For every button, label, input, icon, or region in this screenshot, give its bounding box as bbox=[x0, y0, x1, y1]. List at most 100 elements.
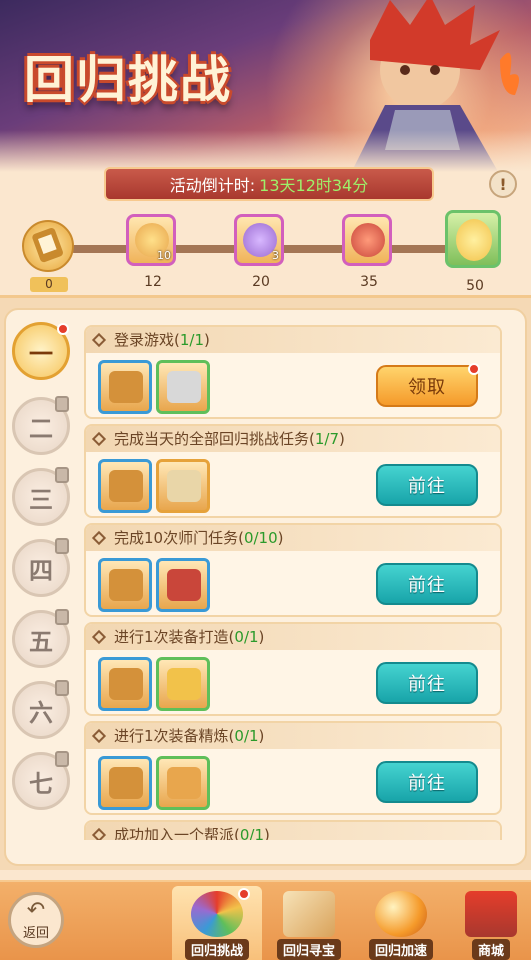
treasure-bag-icon bbox=[167, 767, 201, 799]
reward-item[interactable] bbox=[156, 360, 210, 414]
milestone-reward-12[interactable]: 10 bbox=[126, 214, 176, 266]
diamond-icon bbox=[91, 530, 107, 546]
task-card: 进行1次装备打造(0/1) 前往 bbox=[84, 622, 502, 716]
reward-item[interactable] bbox=[156, 459, 210, 513]
diamond-icon bbox=[91, 629, 107, 645]
red-bag-icon bbox=[351, 223, 385, 257]
task-title: 进行1次装备精炼( bbox=[114, 727, 235, 745]
task-header: 成功加入一个帮派(0/1) bbox=[86, 822, 500, 840]
notification-dot bbox=[57, 323, 69, 335]
task-header: 进行1次装备打造(0/1) bbox=[86, 624, 500, 650]
task-header: 完成10次师门任务(0/10) bbox=[86, 525, 500, 551]
task-card: 完成10次师门任务(0/10) 前往 bbox=[84, 523, 502, 617]
tab-day-1[interactable]: 一 bbox=[12, 322, 70, 380]
tab-day-6[interactable]: 六 bbox=[12, 680, 70, 739]
task-progress: 1/7 bbox=[314, 430, 339, 448]
token-icon bbox=[109, 371, 143, 403]
tab-day-7[interactable]: 七 bbox=[12, 751, 70, 810]
tab-label: 一 bbox=[29, 339, 53, 368]
task-title: 进行1次装备打造( bbox=[114, 628, 235, 646]
button-label: 前往 bbox=[408, 476, 446, 497]
task-list[interactable]: 登录游戏(1/1) 领取 完成当天的全部回归挑战任务(1/7) 前往 完成10次… bbox=[84, 325, 502, 840]
go-button[interactable]: 前往 bbox=[376, 563, 478, 605]
reward-item[interactable] bbox=[98, 756, 152, 810]
task-header: 完成当天的全部回归挑战任务(1/7) bbox=[86, 426, 500, 452]
reward-item[interactable] bbox=[98, 459, 152, 513]
claim-button[interactable]: 领取 bbox=[376, 363, 480, 407]
milestone-value: 50 bbox=[466, 278, 484, 294]
task-paren: ) bbox=[277, 529, 284, 547]
nav-item-return-treasure[interactable]: 回归寻宝 bbox=[264, 886, 354, 960]
tab-label: 七 bbox=[29, 769, 53, 798]
task-progress: 0/1 bbox=[234, 628, 259, 646]
back-button[interactable]: ↶ 返回 bbox=[8, 892, 64, 948]
reward-item[interactable] bbox=[98, 360, 152, 414]
countdown-label: 活动倒计时: bbox=[169, 176, 256, 195]
milestone-reward-35[interactable] bbox=[342, 214, 392, 266]
nav-item-return-boost[interactable]: 回归加速 bbox=[356, 886, 446, 960]
task-header: 登录游戏(1/1) bbox=[86, 327, 500, 353]
diamond-icon bbox=[91, 431, 107, 447]
task-paren: ) bbox=[258, 727, 265, 745]
token-icon bbox=[109, 668, 143, 700]
scroll-map-icon bbox=[283, 891, 335, 937]
go-button[interactable]: 前往 bbox=[376, 464, 478, 506]
reward-item[interactable] bbox=[156, 558, 210, 612]
button-label: 前往 bbox=[408, 773, 446, 794]
lock-icon bbox=[55, 396, 69, 412]
button-label: 领取 bbox=[408, 377, 446, 398]
go-button[interactable]: 前往 bbox=[376, 761, 478, 803]
help-icon[interactable]: ! bbox=[489, 170, 517, 198]
task-card: 成功加入一个帮派(0/1) bbox=[84, 820, 502, 840]
task-progress: 0/1 bbox=[239, 826, 264, 840]
task-progress: 0/1 bbox=[234, 727, 259, 745]
reward-item[interactable] bbox=[98, 657, 152, 711]
lock-icon bbox=[55, 751, 69, 767]
reward-item[interactable] bbox=[98, 558, 152, 612]
task-title: 登录游戏( bbox=[114, 331, 180, 349]
scroll-map-icon bbox=[167, 470, 201, 502]
hero-banner: 回归挑战 bbox=[0, 0, 531, 175]
tab-label: 六 bbox=[29, 698, 53, 727]
diamond-icon bbox=[91, 332, 107, 348]
tab-day-2[interactable]: 二 bbox=[12, 396, 70, 455]
task-progress: 1/1 bbox=[179, 331, 204, 349]
nav-label: 回归寻宝 bbox=[276, 939, 341, 960]
reward-item[interactable] bbox=[156, 756, 210, 810]
nav-item-return-challenge[interactable]: 回归挑战 bbox=[172, 886, 262, 960]
milestone-reward-20[interactable]: 3 bbox=[234, 214, 284, 266]
go-button[interactable]: 前往 bbox=[376, 662, 478, 704]
milestone-reward-50[interactable] bbox=[445, 210, 501, 268]
task-title: 完成当天的全部回归挑战任务( bbox=[114, 430, 315, 448]
diamond-icon bbox=[91, 728, 107, 744]
tab-day-5[interactable]: 五 bbox=[12, 609, 70, 668]
milestone-progress: 0 10 12 3 20 35 50 bbox=[0, 208, 531, 298]
milestone-value: 12 bbox=[144, 274, 162, 290]
tab-day-3[interactable]: 三 bbox=[12, 467, 70, 526]
reward-item[interactable] bbox=[156, 657, 210, 711]
nav-label: 回归加速 bbox=[368, 939, 433, 960]
milestone-count: 3 bbox=[272, 249, 279, 262]
token-icon bbox=[109, 569, 143, 601]
tab-day-4[interactable]: 四 bbox=[12, 538, 70, 597]
task-paren: ) bbox=[264, 826, 270, 840]
page-title: 回归挑战 bbox=[24, 51, 232, 109]
lock-icon bbox=[55, 538, 69, 554]
task-card: 登录游戏(1/1) 领取 bbox=[84, 325, 502, 419]
button-label: 前往 bbox=[408, 674, 446, 695]
lock-icon bbox=[55, 609, 69, 625]
red-bag-icon bbox=[167, 569, 201, 601]
diamond-icon bbox=[91, 827, 107, 840]
lock-icon bbox=[55, 467, 69, 483]
token-icon bbox=[109, 470, 143, 502]
task-title: 完成10次师门任务( bbox=[114, 529, 244, 547]
task-progress: 0/10 bbox=[243, 529, 278, 547]
task-paren: ) bbox=[339, 430, 345, 448]
task-card: 完成当天的全部回归挑战任务(1/7) 前往 bbox=[84, 424, 502, 518]
nav-label: 回归挑战 bbox=[184, 939, 249, 960]
nav-item-shop[interactable]: 商城 bbox=[446, 886, 531, 960]
gold-bag-icon bbox=[167, 668, 201, 700]
shop-icon bbox=[465, 891, 517, 937]
button-label: 前往 bbox=[408, 575, 446, 596]
progress-start-token: 0 bbox=[22, 220, 74, 292]
